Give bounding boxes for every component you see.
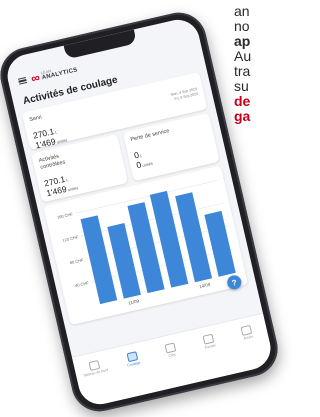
activites-units-unit: unités: [67, 185, 79, 193]
servi-label: Servi: [28, 114, 43, 124]
servi-units-unit: unités: [56, 137, 68, 145]
perte-label: Perte de service: [129, 128, 171, 143]
side-text-line: ga: [234, 108, 251, 124]
nav-label: Tableau de bord: [82, 368, 109, 378]
nav-label: Équipe: [204, 343, 217, 350]
perte-value-line2: 0unités: [134, 152, 154, 173]
chart-gridline: [91, 248, 234, 283]
activites-units-value: 1'469: [45, 183, 68, 199]
nav-label: Avoirs: [243, 334, 254, 341]
nav-label: Clés: [168, 352, 176, 359]
app-logo: ∞ LEAN ANALYTICS: [29, 62, 79, 86]
infinity-logo-icon: ∞: [29, 70, 41, 86]
side-text-line: su: [234, 78, 249, 94]
nav-label: Coulage: [126, 360, 141, 368]
perte-units-value: 0: [135, 159, 143, 171]
nav-item-cles[interactable]: Clés: [155, 340, 188, 361]
side-text-line: tra: [234, 63, 251, 79]
chart-x-tick-label: 14/09: [199, 282, 212, 290]
nav-item-coulage[interactable]: Coulage: [117, 349, 150, 370]
servi-date-range: Mon, 4 Sep 2023 Fri, 8 Sep 2023: [170, 87, 198, 102]
side-text-line: de: [234, 93, 251, 109]
perte-units-unit: unités: [141, 160, 154, 168]
nav-item-equipe[interactable]: Équipe: [193, 331, 226, 352]
chart-x-tick-label: 11/09: [128, 298, 140, 305]
hamburger-menu-icon[interactable]: [17, 76, 28, 86]
side-text-line: no: [234, 18, 250, 34]
chart-gridline: [86, 225, 229, 260]
nav-item-tableau-de-bord[interactable]: Tableau de bord: [78, 358, 111, 379]
chart-y-tick-label: 80 CHF: [69, 257, 84, 265]
chart-y-tick-label: 120 CHF: [62, 234, 79, 243]
bottom-navigation: Tableau de bord Coulage Clés Équipe Avoi…: [71, 312, 275, 409]
background-marketing-text: an no ap Au tra su de ga: [234, 4, 274, 124]
chart-y-tick-label: 160 CHF: [57, 211, 74, 220]
chart-y-tick-label: 40 CHF: [75, 280, 90, 288]
nav-item-avoirs[interactable]: Avoirs: [231, 323, 264, 344]
chart-gridline: [80, 202, 224, 237]
side-text-line: an: [234, 3, 250, 19]
side-text-line: ap: [234, 33, 251, 49]
side-text-line: Au: [234, 48, 252, 64]
